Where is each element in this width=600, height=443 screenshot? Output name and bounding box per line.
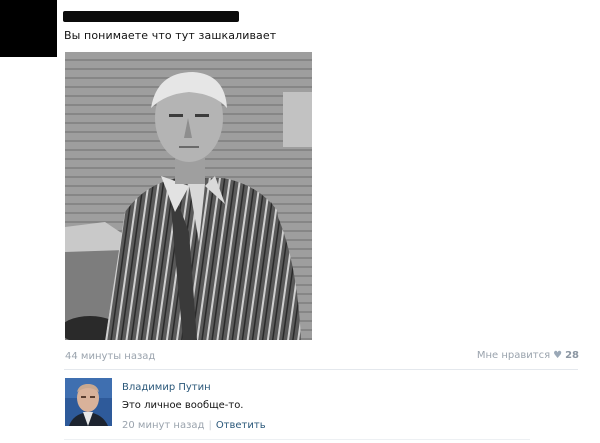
post-text: Вы понимаете что тут зашкаливает xyxy=(64,29,277,42)
comment-text: Это личное вообще-то. xyxy=(122,400,244,411)
heart-icon: ♥ xyxy=(553,349,563,361)
comment-meta: 20 минут назад | Ответить xyxy=(122,420,266,431)
avatar-image xyxy=(65,378,112,426)
comment-author-link[interactable]: Владимир Путин xyxy=(122,382,211,393)
photo-illustration xyxy=(65,52,312,340)
post-photo[interactable] xyxy=(65,52,312,340)
comment-timestamp[interactable]: 20 минут назад xyxy=(122,420,204,431)
bottom-divider xyxy=(64,439,530,440)
like-button[interactable]: Мне нравится ♥ 28 xyxy=(477,350,579,361)
like-count: 28 xyxy=(565,350,579,361)
reply-link[interactable]: Ответить xyxy=(216,420,266,431)
author-avatar-redacted xyxy=(0,0,57,57)
like-label: Мне нравится xyxy=(476,350,551,361)
comment-avatar[interactable] xyxy=(65,378,112,426)
post-timestamp[interactable]: 44 минуты назад xyxy=(65,351,155,362)
meta-separator: | xyxy=(208,420,212,431)
author-name-redacted xyxy=(63,11,239,22)
divider xyxy=(64,369,578,370)
